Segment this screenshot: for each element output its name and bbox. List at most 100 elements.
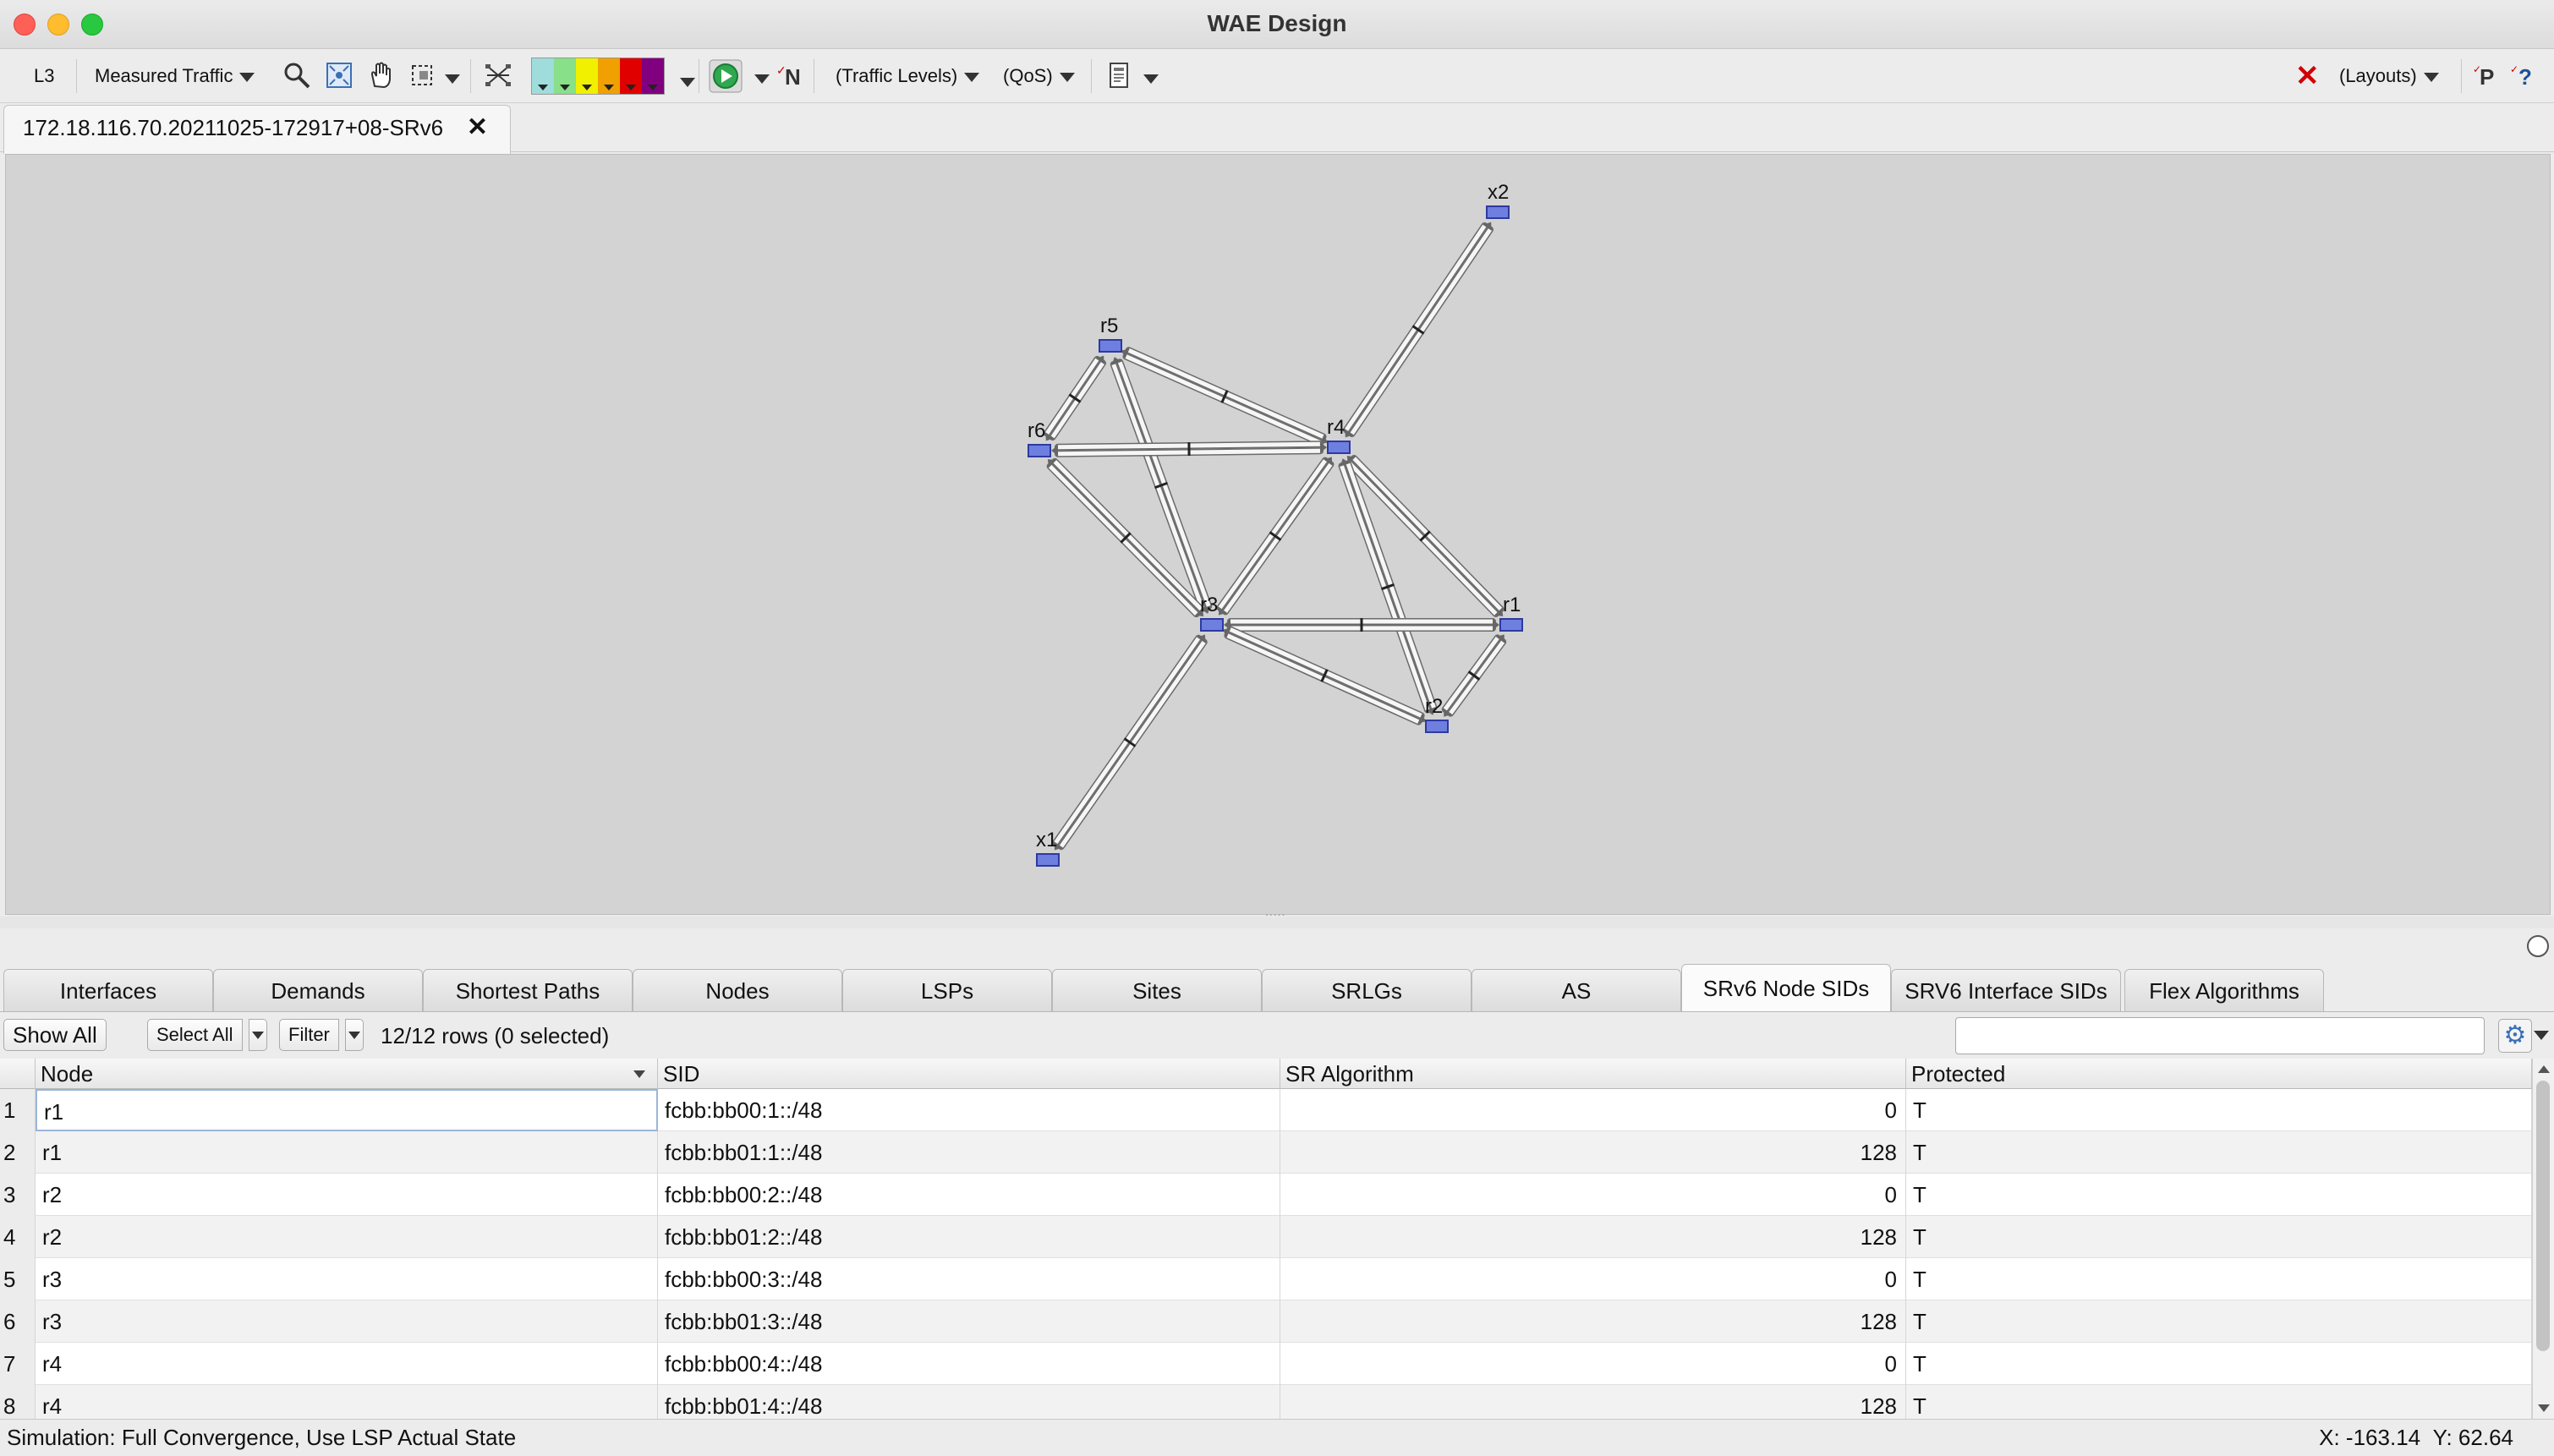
cell-protected[interactable]: T [1906,1131,2532,1174]
tab-sites[interactable]: Sites [1052,969,1262,1011]
clear-layout-icon[interactable]: ✕ [2295,61,2320,91]
link-r6-r4[interactable] [1050,441,1328,457]
scrollbar-thumb[interactable] [2536,1081,2550,1351]
run-simulation-icon[interactable] [709,59,743,93]
cell-sid[interactable]: fcbb:bb00:4::/48 [658,1343,1280,1385]
tab-interfaces[interactable]: Interfaces [3,969,213,1011]
cell-sr-algorithm[interactable]: 0 [1280,1089,1906,1131]
cell-sid[interactable]: fcbb:bb01:3::/48 [658,1300,1280,1343]
tab-lsps[interactable]: LSPs [842,969,1052,1011]
table-row[interactable]: 3 r2 fcbb:bb00:2::/48 0 T [0,1174,2532,1216]
help-icon[interactable]: ✓? [2508,61,2537,90]
scroll-down-icon[interactable] [2538,1404,2550,1412]
qos-dropdown[interactable]: (QoS) [1003,61,1075,91]
cell-sr-algorithm[interactable]: 0 [1280,1174,1906,1216]
tab-srv6-node-sids[interactable]: SRv6 Node SIDs [1681,964,1891,1011]
select-region-icon[interactable] [409,61,438,90]
traffic-mode-dropdown[interactable]: Measured Traffic [95,61,255,91]
fit-view-icon[interactable] [325,61,354,90]
cell-node[interactable]: r2 [36,1174,658,1216]
close-tab-icon[interactable]: ✕ [467,106,488,150]
tab-flex-algorithms[interactable]: Flex Algorithms [2124,969,2324,1011]
tab-as[interactable]: AS [1472,969,1681,1011]
cell-sr-algorithm[interactable]: 128 [1280,1385,1906,1419]
tab-srlgs[interactable]: SRLGs [1262,969,1472,1011]
cell-node[interactable]: r4 [36,1385,658,1419]
link-r3-x1[interactable] [1052,634,1208,851]
cell-protected[interactable]: T [1906,1174,2532,1216]
layer-selector[interactable]: L3 [34,61,54,91]
report-dropdown-icon[interactable] [1143,74,1159,84]
cell-sr-algorithm[interactable]: 128 [1280,1131,1906,1174]
palette-swatch-cyan[interactable] [532,58,554,94]
cell-sid[interactable]: fcbb:bb01:4::/48 [658,1385,1280,1419]
pane-splitter[interactable] [0,905,2554,928]
palette-dropdown-icon[interactable] [680,78,695,87]
select-all-button[interactable]: Select All [147,1019,243,1051]
restore-pane-icon[interactable] [2527,935,2549,957]
cell-node[interactable]: r2 [36,1216,658,1258]
tab-demands[interactable]: Demands [213,969,423,1011]
node-x2[interactable]: x2 [1486,181,1510,219]
link-r1-r2[interactable] [1441,634,1507,717]
column-header-protected[interactable]: Protected [1906,1059,2532,1089]
show-all-button[interactable]: Show All [3,1019,107,1051]
palette-swatch-red[interactable] [620,58,642,94]
palette-swatch-green[interactable] [554,58,576,94]
node-r5[interactable]: r5 [1099,315,1122,353]
network-plot-canvas[interactable]: x2 r5 r6 r4 r3 r1 r2 x1 [5,154,2551,915]
filter-dropdown-icon[interactable] [345,1019,364,1051]
zoom-icon[interactable] [282,61,311,90]
cell-protected[interactable]: T [1906,1385,2532,1419]
table-row[interactable]: 8 r4 fcbb:bb01:4::/48 128 T [0,1385,2532,1419]
cell-protected[interactable]: T [1906,1089,2532,1131]
table-vertical-scrollbar[interactable] [2532,1059,2554,1419]
utilization-color-palette[interactable] [531,57,665,95]
link-r4-r3[interactable] [1216,457,1335,616]
cell-node[interactable]: r4 [36,1343,658,1385]
link-r5-r4[interactable] [1121,347,1329,446]
tab-shortest-paths[interactable]: Shortest Paths [423,969,633,1011]
table-row[interactable]: 5 r3 fcbb:bb00:3::/48 0 T [0,1258,2532,1300]
cell-protected[interactable]: T [1906,1258,2532,1300]
document-tab[interactable]: 172.18.116.70.20211025-172917+08-SRv6 ✕ [3,105,511,154]
network-notes-icon[interactable]: ✓N [775,61,803,90]
cell-node[interactable]: r3 [36,1300,658,1343]
node-x1[interactable]: x1 [1036,829,1060,867]
cell-sid[interactable]: fcbb:bb00:1::/48 [658,1089,1280,1131]
tab-nodes[interactable]: Nodes [633,969,842,1011]
link-r3-r2[interactable] [1222,626,1427,725]
traffic-levels-dropdown[interactable]: (Traffic Levels) [836,61,980,91]
pan-hand-icon[interactable] [367,61,396,90]
gear-icon[interactable]: ⚙ [2498,1019,2532,1053]
table-row[interactable]: 1 r1 fcbb:bb00:1::/48 0 T [0,1089,2532,1131]
layout-nodes-icon[interactable] [484,61,512,90]
cell-sr-algorithm[interactable]: 128 [1280,1216,1906,1258]
cell-protected[interactable]: T [1906,1343,2532,1385]
node-r1[interactable]: r1 [1499,594,1523,632]
cell-sid[interactable]: fcbb:bb01:2::/48 [658,1216,1280,1258]
cell-protected[interactable]: T [1906,1216,2532,1258]
gear-dropdown-icon[interactable] [2534,1031,2549,1040]
layouts-dropdown[interactable]: (Layouts) [2339,61,2439,91]
palette-swatch-purple[interactable] [642,58,664,94]
cell-sr-algorithm[interactable]: 0 [1280,1258,1906,1300]
cell-protected[interactable]: T [1906,1300,2532,1343]
tab-srv6-interface-sids[interactable]: SRV6 Interface SIDs [1891,969,2121,1011]
link-r5-r6[interactable] [1044,355,1106,441]
link-x2-r4[interactable] [1343,222,1493,438]
select-region-dropdown-icon[interactable] [445,74,460,84]
table-row[interactable]: 7 r4 fcbb:bb00:4::/48 0 T [0,1343,2532,1385]
report-icon[interactable] [1104,61,1133,90]
filter-button[interactable]: Filter [279,1019,339,1051]
topology-diagram[interactable]: x2 r5 r6 r4 r3 r1 r2 x1 [6,155,2551,916]
column-header-node[interactable]: Node [36,1059,658,1089]
table-row[interactable]: 4 r2 fcbb:bb01:2::/48 128 T [0,1216,2532,1258]
link-r3-r1[interactable] [1224,618,1499,632]
plot-options-icon[interactable]: ✓P [2471,61,2500,90]
table-search-input[interactable] [1955,1017,2485,1054]
cell-sr-algorithm[interactable]: 0 [1280,1343,1906,1385]
column-header-sr-algorithm[interactable]: SR Algorithm [1280,1059,1906,1089]
cell-sid[interactable]: fcbb:bb00:2::/48 [658,1174,1280,1216]
table-row[interactable]: 6 r3 fcbb:bb01:3::/48 128 T [0,1300,2532,1343]
